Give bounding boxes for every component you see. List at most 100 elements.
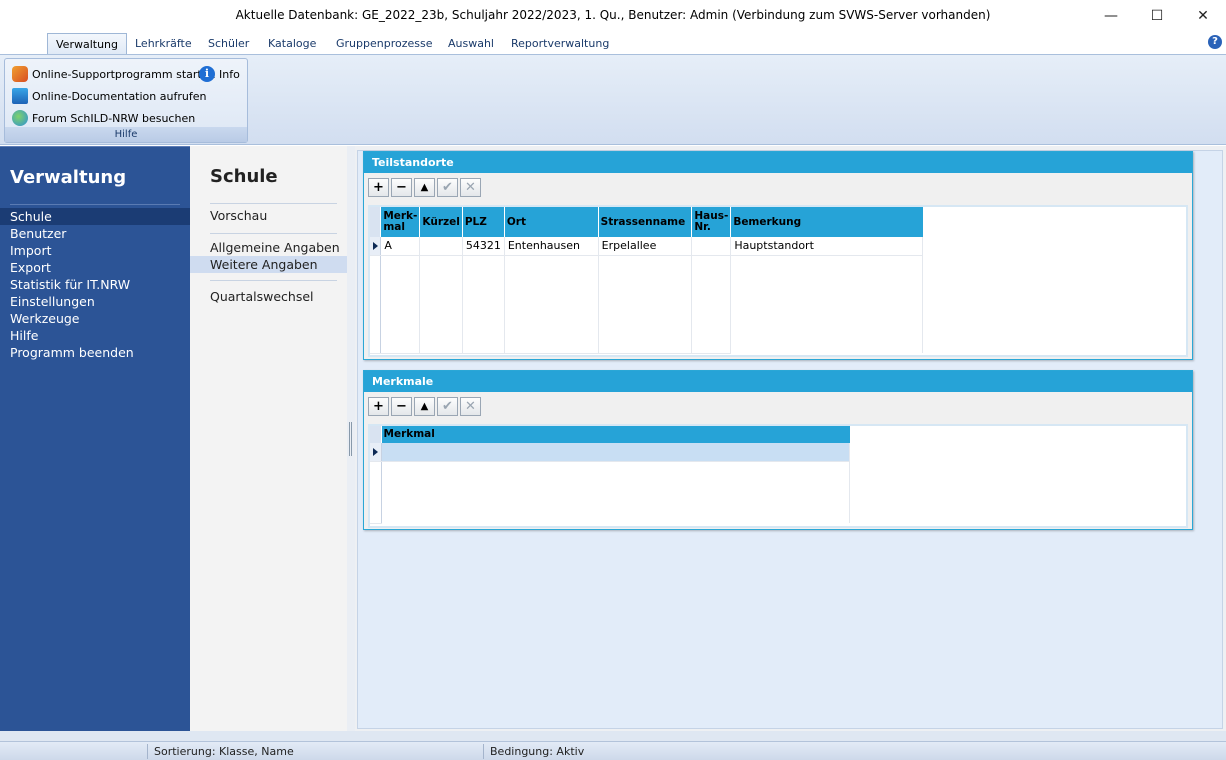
statusbar-spacer [0,731,1226,741]
move-up-button[interactable]: ▲ [414,397,435,416]
tab-auswahl[interactable]: Auswahl [440,33,502,55]
title-bar: Aktuelle Datenbank: GE_2022_23b, Schulja… [0,0,1226,31]
close-button[interactable]: ✕ [1180,0,1226,31]
subnav-item-allgemeine-angaben[interactable]: Allgemeine Angaben [190,239,347,256]
table-row[interactable] [370,443,850,462]
sidebar-item-hilfe[interactable]: Hilfe [0,327,190,344]
sidebar: Verwaltung Schule Benutzer Import Export… [0,146,190,731]
sidebar-title: Verwaltung [10,167,127,188]
info-button[interactable]: i Info [199,64,240,84]
subnav-divider [210,280,337,281]
cancel-button[interactable]: ✕ [460,178,481,197]
ribbon-group-label: Hilfe [5,127,247,142]
sidebar-item-benutzer[interactable]: Benutzer [0,225,190,242]
column-header-merkmal[interactable]: Merkmal [381,426,850,443]
teilstandorte-title: Teilstandorte [364,152,1192,173]
confirm-button[interactable]: ✔ [437,178,458,197]
column-header-kuerzel[interactable]: Kürzel [419,207,463,237]
table-row[interactable]: A 54321 Entenhausen Erpelallee Hauptstan… [370,237,923,256]
tab-schueler[interactable]: Schüler [200,33,257,55]
column-header-plz[interactable]: PLZ [462,207,505,237]
merkmale-panel: Merkmale + − ▲ ✔ ✕ Merkmal [363,370,1193,530]
cell-strassenname[interactable]: Erpelallee [598,237,693,256]
cell-hausnr[interactable] [691,237,732,256]
row-pointer-icon [373,447,378,456]
table-empty-area [370,255,923,354]
window-title: Aktuelle Datenbank: GE_2022_23b, Schulja… [235,8,991,22]
status-separator [483,744,484,759]
remove-button[interactable]: − [391,397,412,416]
splitter-grip [349,422,352,456]
cell-merkmal[interactable]: A [380,237,421,256]
sidebar-item-export[interactable]: Export [0,259,190,276]
subnav-divider [210,203,337,204]
sidebar-item-einstellungen[interactable]: Einstellungen [0,293,190,310]
cell-merkmal[interactable] [381,443,850,462]
info-label: Info [219,67,240,81]
sidebar-item-programm-beenden[interactable]: Programm beenden [0,344,190,361]
monitor-icon [12,88,28,104]
tab-gruppenprozesse[interactable]: Gruppenprozesse [328,33,441,55]
merkmale-toolbar: + − ▲ ✔ ✕ [368,397,481,417]
column-header-merkmal[interactable]: Merk- mal [380,207,421,237]
subnav-item-quartalswechsel[interactable]: Quartalswechsel [190,288,347,305]
subnav-divider [210,233,337,234]
cell-bemerkung[interactable]: Hauptstandort [730,237,923,256]
table-empty-area [370,461,850,524]
cancel-button[interactable]: ✕ [460,397,481,416]
column-header-strassenname[interactable]: Strassenname [598,207,693,237]
globe-icon [12,110,28,126]
row-pointer-icon [373,241,378,250]
subnav: Schule Vorschau Allgemeine Angaben Weite… [190,146,350,731]
online-documentation-label: Online-Documentation aufrufen [32,89,207,103]
subnav-item-weitere-angaben[interactable]: Weitere Angaben [190,256,347,273]
tab-kataloge[interactable]: Kataloge [260,33,324,55]
support-program-button[interactable]: Online-Supportprogramm starten [12,64,215,84]
current-row-indicator [370,443,382,462]
sidebar-item-statistik[interactable]: Statistik für IT.NRW [0,276,190,293]
splitter-handle[interactable] [347,146,355,731]
row-indicator-header [370,426,382,443]
merkmale-grid: Merkmal [368,424,1188,528]
teilstandorte-grid: Merk- mal Kürzel PLZ Ort Strassenname Ha… [368,205,1188,357]
tab-reportverwaltung[interactable]: Reportverwaltung [503,33,617,55]
forum-label: Forum SchILD-NRW besuchen [32,111,196,125]
status-separator [147,744,148,759]
sidebar-divider [10,204,180,205]
ribbon-panel: Online-Supportprogramm starten i Info On… [0,54,1226,145]
tab-verwaltung[interactable]: Verwaltung [47,33,127,55]
cell-kuerzel[interactable] [419,237,463,256]
tab-lehrkraefte[interactable]: Lehrkräfte [127,33,200,55]
teilstandorte-panel: Teilstandorte + − ▲ ✔ ✕ Merk- mal Kürzel… [363,151,1193,360]
cell-plz[interactable]: 54321 [462,237,505,256]
confirm-button[interactable]: ✔ [437,397,458,416]
forum-button[interactable]: Forum SchILD-NRW besuchen [12,108,195,128]
row-indicator-header [370,207,382,237]
current-row-indicator [370,237,382,256]
teilstandorte-toolbar: + − ▲ ✔ ✕ [368,178,481,198]
support-icon [12,66,28,82]
sidebar-item-schule[interactable]: Schule [0,208,190,225]
status-bedingung: Bedingung: Aktiv [490,745,585,758]
sidebar-item-werkzeuge[interactable]: Werkzeuge [0,310,190,327]
move-up-button[interactable]: ▲ [414,178,435,197]
subnav-item-vorschau[interactable]: Vorschau [190,207,347,224]
cell-ort[interactable]: Entenhausen [504,237,599,256]
support-program-label: Online-Supportprogramm starten [32,67,216,81]
subnav-title: Schule [210,166,278,187]
merkmale-title: Merkmale [364,371,1192,392]
ribbon-tabs: Verwaltung Lehrkräfte Schüler Kataloge G… [0,31,1226,55]
sidebar-item-import[interactable]: Import [0,242,190,259]
column-header-bemerkung[interactable]: Bemerkung [730,207,923,237]
add-button[interactable]: + [368,397,389,416]
ribbon-group-hilfe: Online-Supportprogramm starten i Info On… [4,58,248,143]
status-bar: Sortierung: Klasse, Name Bedingung: Akti… [0,741,1226,760]
minimize-button[interactable]: — [1088,0,1134,31]
online-documentation-button[interactable]: Online-Documentation aufrufen [12,86,206,106]
remove-button[interactable]: − [391,178,412,197]
add-button[interactable]: + [368,178,389,197]
help-icon[interactable]: ? [1208,35,1222,49]
column-header-hausnr[interactable]: Haus- Nr. [691,207,732,237]
column-header-ort[interactable]: Ort [504,207,599,237]
maximize-button[interactable]: ☐ [1134,0,1180,31]
